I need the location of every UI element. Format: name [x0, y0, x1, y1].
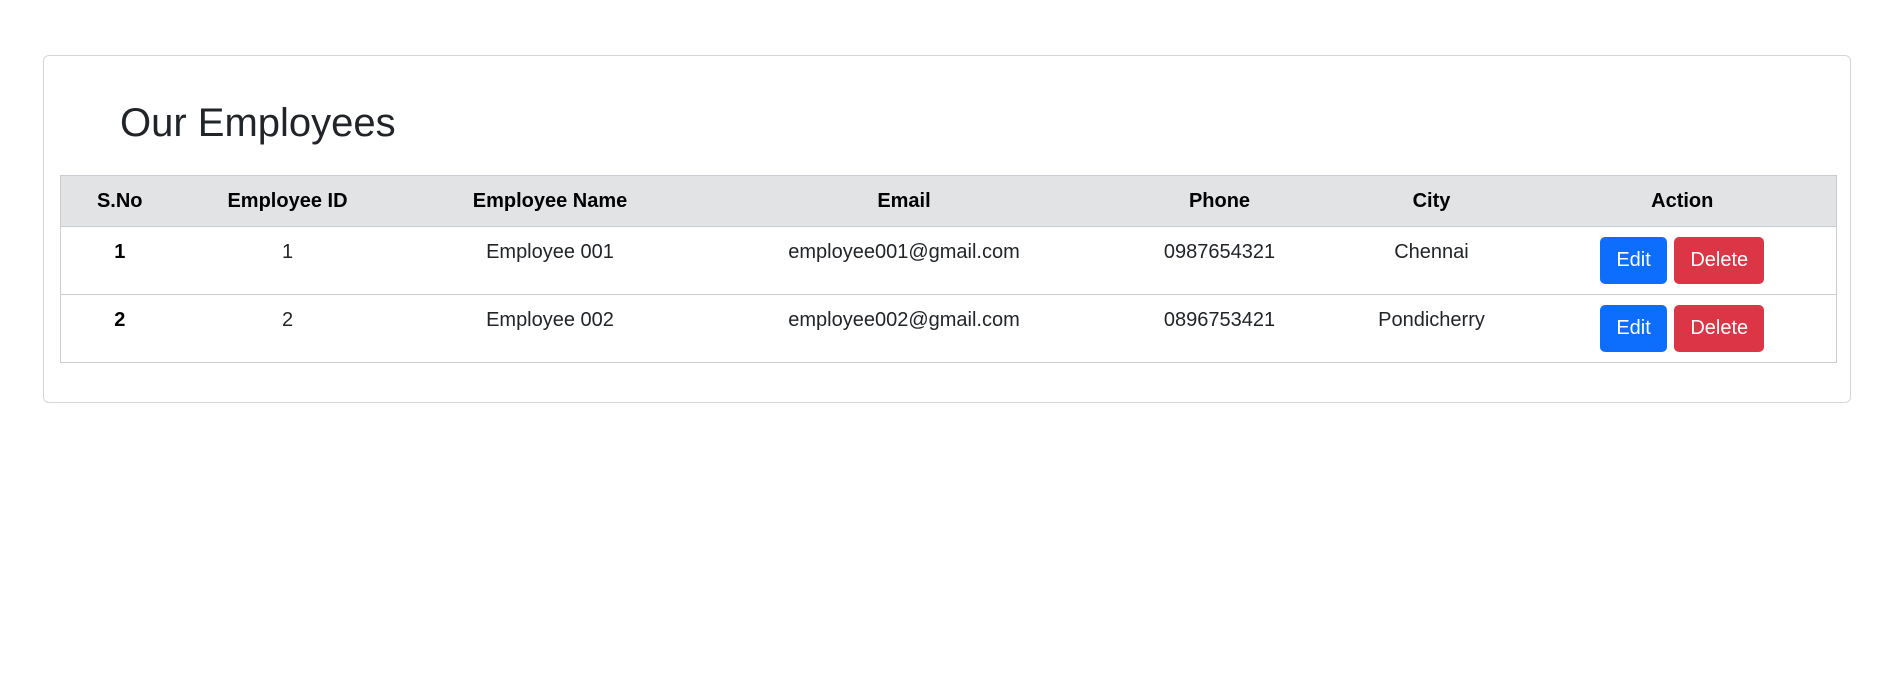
employees-table: S.No Employee ID Employee Name Email Pho… — [60, 175, 1837, 363]
employees-card: Our Employees S.No Employee ID Employee … — [43, 55, 1851, 403]
edit-button[interactable]: Edit — [1600, 305, 1667, 352]
cell-employee-name: Employee 001 — [396, 226, 704, 295]
cell-sno: 1 — [60, 226, 179, 295]
cell-phone: 0896753421 — [1104, 294, 1335, 363]
cell-phone: 0987654321 — [1104, 226, 1335, 295]
cell-employee-id: 2 — [178, 294, 397, 363]
column-header-phone: Phone — [1104, 175, 1335, 227]
column-header-employee-id: Employee ID — [178, 175, 397, 227]
column-header-employee-name: Employee Name — [396, 175, 704, 227]
cell-employee-name: Employee 002 — [396, 294, 704, 363]
table-row: 2 2 Employee 002 employee002@gmail.com 0… — [60, 294, 1837, 363]
table-header-row: S.No Employee ID Employee Name Email Pho… — [60, 175, 1837, 227]
column-header-city: City — [1334, 175, 1529, 227]
cell-email: employee001@gmail.com — [703, 226, 1105, 295]
cell-city: Chennai — [1334, 226, 1529, 295]
cell-action: Edit Delete — [1528, 226, 1837, 295]
cell-sno: 2 — [60, 294, 179, 363]
cell-city: Pondicherry — [1334, 294, 1529, 363]
edit-button[interactable]: Edit — [1600, 237, 1667, 284]
delete-button[interactable]: Delete — [1674, 305, 1765, 352]
table-row: 1 1 Employee 001 employee001@gmail.com 0… — [60, 226, 1837, 295]
column-header-email: Email — [703, 175, 1105, 227]
page-title: Our Employees — [120, 101, 396, 145]
delete-button[interactable]: Delete — [1674, 237, 1765, 284]
cell-email: employee002@gmail.com — [703, 294, 1105, 363]
column-header-sno: S.No — [60, 175, 179, 227]
cell-action: Edit Delete — [1528, 294, 1837, 363]
cell-employee-id: 1 — [178, 226, 397, 295]
column-header-action: Action — [1528, 175, 1837, 227]
